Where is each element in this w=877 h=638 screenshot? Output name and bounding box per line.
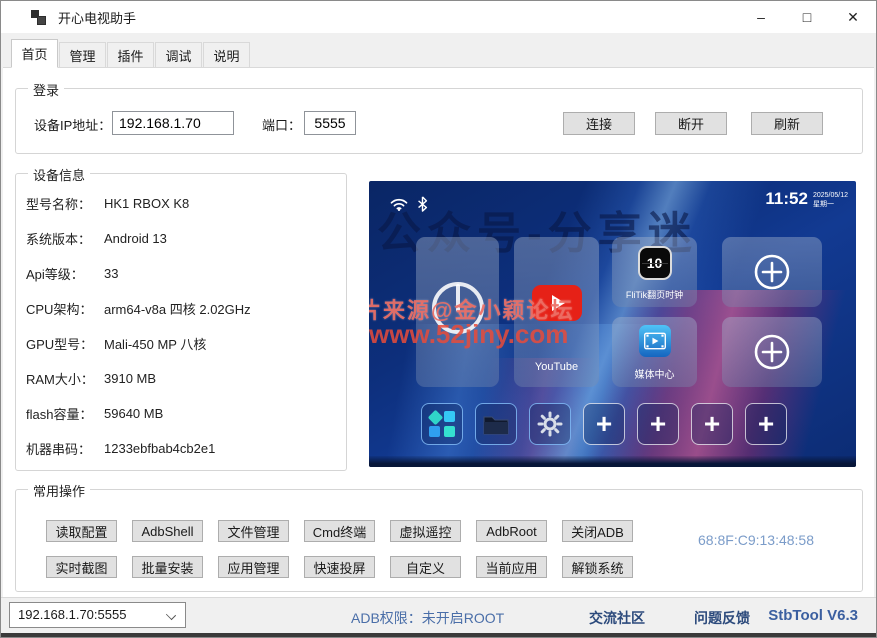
- tv-weekday: 星期一: [813, 200, 848, 209]
- device-ip-input[interactable]: [112, 111, 234, 135]
- app-version: StbTool V6.3: [768, 607, 858, 624]
- tab-strip: 首页 管理 插件 调试 说明: [1, 33, 876, 67]
- login-group-title: 登录: [28, 80, 64, 99]
- tab-debug[interactable]: 调试: [155, 42, 202, 67]
- device-info-group: 设备信息 型号名称： HK1 RBOX K8 系统版本： Android 13 …: [15, 173, 347, 471]
- adb-permission-status: ADB权限：未开启ROOT: [351, 608, 504, 628]
- folder-icon: [483, 413, 509, 435]
- tv-tile-add-2: [722, 317, 822, 387]
- bluetooth-icon: [417, 195, 428, 213]
- community-link[interactable]: 交流社区: [589, 608, 645, 628]
- add-circle-icon: [750, 250, 794, 294]
- adb-shell-button[interactable]: AdbShell: [132, 520, 203, 542]
- close-button[interactable]: ✕: [830, 1, 876, 33]
- add-circle-icon: [750, 330, 794, 374]
- tv-dock-add-slot: +: [637, 403, 679, 445]
- title-bar: 开心电视助手 – □ ✕: [1, 1, 876, 33]
- tab-manage[interactable]: 管理: [59, 42, 106, 67]
- minimize-button[interactable]: –: [738, 1, 784, 33]
- chevron-down-icon: [166, 610, 176, 620]
- live-screenshot-button[interactable]: 实时截图: [46, 556, 117, 578]
- window-controls: – □ ✕: [738, 1, 876, 33]
- login-group: 登录 设备IP地址： 端口： 连接 断开 刷新: [15, 88, 863, 154]
- tv-dock-add-slot: +: [583, 403, 625, 445]
- port-label: 端口：: [262, 115, 301, 134]
- device-row-api: Api等级： 33: [26, 262, 340, 284]
- operations-row-1: 读取配置 AdbShell 文件管理 Cmd终端 虚拟遥控 AdbRoot 关闭…: [46, 520, 633, 542]
- device-row-serial: 机器串码： 1233ebfbab4cb2e1: [26, 437, 340, 459]
- device-ip-label: 设备IP地址：: [34, 115, 111, 134]
- tab-plugins[interactable]: 插件: [107, 42, 154, 67]
- home-tab-page: 登录 设备IP地址： 端口： 连接 断开 刷新 设备信息 型号名称： HK1 R…: [3, 67, 874, 597]
- device-select-value: 192.168.1.70:5555: [18, 607, 126, 622]
- tv-tile-media-center: 媒体中心: [612, 317, 697, 387]
- tv-watermark-url: www.52jiny.com: [369, 319, 568, 350]
- wifi-icon: [389, 196, 409, 212]
- adb-root-button[interactable]: AdbRoot: [476, 520, 547, 542]
- device-select-dropdown[interactable]: 192.168.1.70:5555: [9, 602, 186, 628]
- tv-dock-apps: [421, 403, 463, 445]
- tv-tile-add-1: [722, 237, 822, 307]
- unlock-system-button[interactable]: 解锁系统: [562, 556, 633, 578]
- tv-status-icons: [389, 195, 428, 213]
- window-title: 开心电视助手: [58, 8, 136, 27]
- app-grid-icon: [429, 411, 455, 437]
- virtual-remote-button[interactable]: 虚拟遥控: [390, 520, 461, 542]
- port-input[interactable]: [304, 111, 356, 135]
- mac-address: 68:8F:C9:13:48:58: [698, 532, 814, 548]
- tv-dock-add-slot: +: [745, 403, 787, 445]
- tab-help[interactable]: 说明: [203, 42, 250, 67]
- cmd-terminal-button[interactable]: Cmd终端: [304, 520, 375, 542]
- maximize-button[interactable]: □: [784, 1, 830, 33]
- close-adb-button[interactable]: 关闭ADB: [562, 520, 633, 542]
- tab-home[interactable]: 首页: [11, 39, 58, 68]
- device-row-gpu: GPU型号： Mali-450 MP 八核: [26, 332, 340, 354]
- tv-clock: 11:52: [765, 189, 808, 209]
- current-app-button[interactable]: 当前应用: [476, 556, 547, 578]
- media-center-label: 媒体中心: [612, 366, 697, 381]
- app-icon: [31, 10, 46, 25]
- tv-dock-settings: [529, 403, 571, 445]
- connect-button[interactable]: 连接: [563, 112, 635, 135]
- device-row-os: 系统版本： Android 13: [26, 227, 340, 249]
- app-window: 开心电视助手 – □ ✕ 首页 管理 插件 调试 说明 登录 设备IP地址： 端…: [0, 0, 877, 638]
- device-row-flash: flash容量： 59640 MB: [26, 402, 340, 424]
- tv-dock-add-slot: +: [691, 403, 733, 445]
- gear-icon: [537, 411, 563, 437]
- file-manager-button[interactable]: 文件管理: [218, 520, 289, 542]
- device-row-ram: RAM大小： 3910 MB: [26, 367, 340, 389]
- refresh-button[interactable]: 刷新: [751, 112, 823, 135]
- device-row-cpu: CPU架构： arm64-v8a 四核 2.02GHz: [26, 297, 340, 319]
- tv-clock-block: 11:52 2025/05/12 星期一: [765, 189, 848, 209]
- flip-clock-label: FliTik翻页时钟: [612, 288, 697, 301]
- quick-cast-button[interactable]: 快速投屏: [304, 556, 375, 578]
- device-info-list: 型号名称： HK1 RBOX K8 系统版本： Android 13 Api等级…: [26, 192, 340, 459]
- disconnect-button[interactable]: 断开: [655, 112, 727, 135]
- batch-install-button[interactable]: 批量安装: [132, 556, 203, 578]
- tv-date-block: 2025/05/12 星期一: [813, 189, 848, 209]
- flip-clock-icon: 10: [640, 248, 670, 278]
- custom-button[interactable]: 自定义: [390, 556, 461, 578]
- tv-tile-flip-clock: 10 FliTik翻页时钟: [612, 237, 697, 307]
- tv-date: 2025/05/12: [813, 191, 848, 200]
- read-config-button[interactable]: 读取配置: [46, 520, 117, 542]
- media-center-icon: [639, 325, 671, 357]
- status-bar: 192.168.1.70:5555 ADB权限：未开启ROOT 交流社区 问题反…: [1, 597, 876, 633]
- youtube-label: YouTube: [514, 361, 599, 373]
- operations-group: 常用操作 读取配置 AdbShell 文件管理 Cmd终端 虚拟遥控 AdbRo…: [15, 489, 863, 592]
- operations-group-title: 常用操作: [28, 481, 90, 500]
- tv-screenshot: 公众号-分享迷 11:52 2025/05/12 星期一: [369, 181, 856, 467]
- window-bottom-edge: [1, 633, 876, 637]
- feedback-link[interactable]: 问题反馈: [694, 608, 750, 628]
- tv-dock-files: [475, 403, 517, 445]
- operations-row-2: 实时截图 批量安装 应用管理 快速投屏 自定义 当前应用 解锁系统: [46, 556, 633, 578]
- app-manager-button[interactable]: 应用管理: [218, 556, 289, 578]
- device-info-group-title: 设备信息: [28, 165, 90, 184]
- device-row-model: 型号名称： HK1 RBOX K8: [26, 192, 340, 214]
